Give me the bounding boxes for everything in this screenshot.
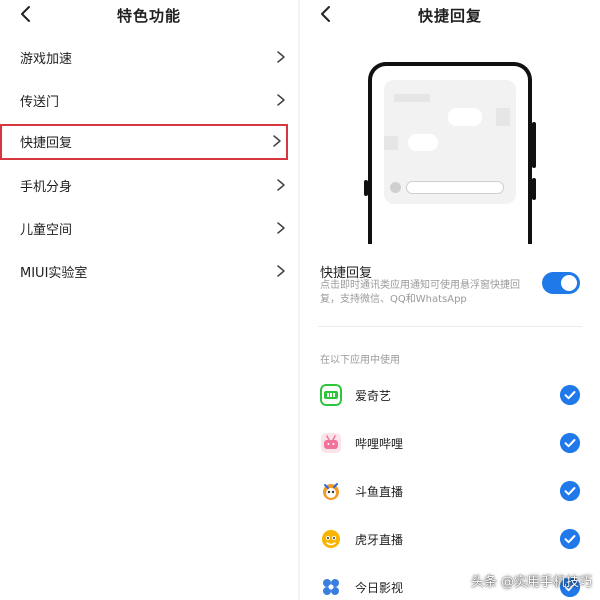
right-header: 快捷回复	[300, 0, 600, 32]
app-row-huya[interactable]: 虎牙直播	[300, 520, 600, 560]
menu-item-label: 儿童空间	[20, 223, 73, 238]
checkbox-checked-icon[interactable]	[560, 529, 580, 549]
page-title: 特色功能	[116, 7, 181, 25]
toggle-knob	[561, 275, 577, 291]
app-name: 爱奇艺	[355, 389, 392, 403]
message-bubble	[448, 108, 482, 126]
jinri-yingshi-icon	[320, 576, 342, 598]
menu-item-label: 快捷回复	[20, 136, 73, 151]
reply-input-bar	[406, 181, 504, 194]
section-label: 在以下应用中使用	[320, 355, 400, 366]
app-name: 虎牙直播	[355, 533, 404, 547]
chevron-right-icon	[277, 265, 285, 277]
menu-item-label: 游戏加速	[20, 52, 73, 67]
menu-item-game-boost[interactable]: 游戏加速	[0, 40, 298, 76]
avatar-placeholder	[496, 108, 510, 126]
chevron-right-icon	[277, 94, 285, 106]
douyu-icon	[320, 480, 342, 502]
app-name: 斗鱼直播	[355, 485, 404, 499]
message-bubble	[408, 134, 438, 151]
watermark: 头条 @实用手机技巧	[470, 575, 592, 590]
checkbox-checked-icon[interactable]	[560, 433, 580, 453]
huya-icon	[320, 528, 342, 550]
quick-reply-panel: 快捷回复 快捷回复 点击即时通讯类应用通知可使用悬浮窗快捷回复，支持微信、QQ和…	[300, 0, 600, 600]
chevron-right-icon	[277, 51, 285, 63]
menu-item-label: MIUI实验室	[20, 266, 88, 281]
checkbox-checked-icon[interactable]	[560, 385, 580, 405]
section-divider	[318, 326, 582, 327]
feature-settings-panel: 特色功能 游戏加速 传送门 快捷回复 手机分身 儿童空间 MIUI实验室	[0, 0, 298, 600]
placeholder-block	[394, 94, 430, 102]
app-name: 今日影视	[355, 581, 404, 595]
chevron-right-icon	[277, 179, 285, 191]
phone-side-button	[532, 178, 536, 200]
phone-side-button	[532, 122, 536, 168]
menu-item-label: 传送门	[20, 95, 60, 110]
chevron-right-icon	[277, 222, 285, 234]
menu-item-label: 手机分身	[20, 180, 73, 195]
bilibili-icon	[321, 433, 341, 453]
app-row-iqiyi[interactable]: 爱奇艺	[300, 376, 600, 416]
phone-screen	[384, 80, 516, 204]
left-header: 特色功能	[0, 0, 298, 32]
quick-reply-toggle[interactable]	[542, 272, 580, 294]
menu-item-kids-space[interactable]: 儿童空间	[0, 211, 298, 247]
phone-illustration	[368, 62, 532, 244]
setting-description: 点击即时通讯类应用通知可使用悬浮窗快捷回复，支持微信、QQ和WhatsApp	[320, 280, 520, 305]
avatar-placeholder	[384, 136, 398, 150]
menu-item-quick-reply[interactable]: 快捷回复	[0, 124, 288, 160]
menu-item-miui-lab[interactable]: MIUI实验室	[0, 254, 298, 290]
app-row-douyu[interactable]: 斗鱼直播	[300, 472, 600, 512]
app-name: 哔哩哔哩	[355, 437, 404, 451]
phone-side-button	[364, 180, 368, 196]
menu-item-dual-apps[interactable]: 手机分身	[0, 168, 298, 204]
iqiyi-icon	[320, 384, 342, 406]
app-row-bilibili[interactable]: 哔哩哔哩	[300, 424, 600, 464]
page-title: 快捷回复	[417, 7, 482, 25]
checkbox-checked-icon[interactable]	[560, 481, 580, 501]
menu-item-portal[interactable]: 传送门	[0, 83, 298, 119]
reply-avatar-dot	[390, 182, 401, 193]
chevron-right-icon	[273, 135, 281, 147]
